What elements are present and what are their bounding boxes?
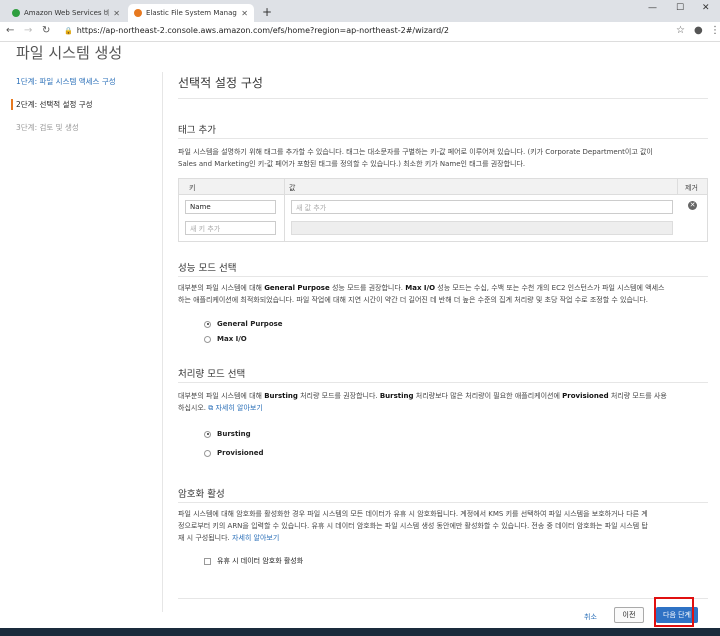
step-3: 3단계: 검토 및 생성 (16, 123, 79, 132)
radio-icon[interactable] (204, 449, 211, 457)
encryption-desc-line1: 파일 시스템에 대해 암호화를 활성화한 경우 파일 시스템의 모든 데이터가 … (178, 510, 648, 518)
remove-tag-icon[interactable]: ✕ (688, 201, 697, 210)
text: 처리량 모드를 사용 (608, 392, 667, 400)
encryption-checkbox[interactable] (204, 557, 211, 565)
text: 처리량 모드를 권장합니다. (297, 392, 380, 400)
step-2-current: 2단계: 선택적 설정 구성 (11, 99, 116, 110)
close-tab-icon[interactable]: ✕ (113, 9, 120, 18)
divider (178, 276, 708, 277)
text-bold: Provisioned (562, 392, 609, 400)
encryption-checkbox-row[interactable]: 유휴 시 데이터 암호화 활성화 (204, 556, 303, 566)
url-field[interactable]: 🔒 https://ap-northeast-2.console.aws.amaz… (64, 26, 449, 35)
text: 처리량보다 많은 처리량이 필요한 애플리케이션에 (413, 392, 563, 400)
performance-description: 대부분의 파일 시스템에 대해 General Purpose 성능 모드를 권… (178, 282, 708, 306)
radio-max-io[interactable]: Max I/O (204, 335, 247, 343)
reload-icon[interactable]: ↻ (42, 25, 50, 36)
divider (178, 138, 708, 139)
tab-title: Elastic File System Managem (146, 9, 237, 17)
text: 대부분의 파일 시스템에 대해 (178, 392, 265, 400)
radio-icon[interactable] (204, 335, 211, 343)
tag-value-input[interactable]: 새 값 추가 (291, 200, 673, 214)
text-bold: Bursting (264, 392, 298, 400)
column-divider (284, 179, 285, 241)
text: 대부분의 파일 시스템에 대해 (178, 284, 265, 292)
encryption-desc-line2: 정으로부터 키의 ARN을 입력할 수 있습니다. 유휴 시 데이터 암호화는 … (178, 522, 648, 530)
minimize-icon[interactable]: — (648, 3, 657, 13)
tags-description: 파일 시스템을 설명하기 위해 태그를 추가할 수 있습니다. 태그는 대소문자… (178, 146, 708, 170)
new-tag-value-input-disabled (291, 221, 673, 235)
checkbox-label: 유휴 시 데이터 암호화 활성화 (217, 557, 304, 565)
sidebar-divider (162, 72, 163, 612)
divider (178, 382, 708, 383)
text-bold: General Purpose (264, 284, 330, 292)
forward-icon[interactable]: → (24, 25, 32, 36)
new-tag-key-input[interactable]: 새 키 추가 (185, 221, 276, 235)
radio-label: Max I/O (217, 335, 247, 343)
bookmark-star-icon[interactable]: ☆ (676, 25, 685, 36)
divider (178, 502, 708, 503)
performance-desc-line2: 하는 애플리케이션에 최적화되었습니다. 파일 작업에 대해 지연 시간이 약간… (178, 296, 649, 304)
tag-table: 키 값 제거 Name 새 값 추가 ✕ 새 키 추가 (178, 178, 708, 242)
tag-key-input[interactable]: Name (185, 200, 276, 214)
radio-bursting[interactable]: Bursting (204, 430, 251, 438)
maximize-icon[interactable]: ☐ (676, 3, 684, 13)
col-key: 키 (189, 184, 196, 192)
radio-label: Bursting (217, 430, 251, 438)
throughput-heading: 처리량 모드 선택 (178, 369, 246, 380)
text-bold: Bursting (379, 392, 414, 400)
wizard-steps: 1단계: 파일 시스템 액세스 구성 2단계: 선택적 설정 구성 3단계: 검… (11, 76, 116, 145)
tags-desc-line1: 파일 시스템을 설명하기 위해 태그를 추가할 수 있습니다. 태그는 대소문자… (178, 148, 653, 156)
col-value: 값 (289, 184, 296, 192)
efs-favicon-icon (134, 9, 142, 17)
close-window-icon[interactable]: ✕ (702, 3, 710, 13)
encryption-description: 파일 시스템에 대해 암호화를 활성화한 경우 파일 시스템의 모든 데이터가 … (178, 508, 708, 544)
previous-button[interactable]: 이전 (614, 607, 644, 623)
browser-tab-bar: Amazon Web Services 비밀번호 ✕ Elastic File … (0, 0, 720, 22)
browser-tab-efs[interactable]: Elastic File System Managem ✕ (128, 4, 254, 22)
text: 성능 모드는 수십, 수백 또는 수천 개의 EC2 인스턴스가 파일 시스템에… (435, 284, 665, 292)
back-icon[interactable]: ← (6, 25, 14, 36)
footer-divider (178, 598, 708, 599)
address-bar: ← → ↻ 🔒 https://ap-northeast-2.console.aw… (0, 22, 720, 42)
radio-general-purpose[interactable]: General Purpose (204, 320, 283, 328)
tag-table-header: 키 값 제거 (179, 179, 707, 195)
radio-label: Provisioned (217, 449, 264, 457)
radio-provisioned[interactable]: Provisioned (204, 449, 263, 457)
tab-title: Amazon Web Services 비밀번호 (24, 9, 110, 17)
step-1-link[interactable]: 1단계: 파일 시스템 액세스 구성 (16, 76, 116, 87)
tags-desc-line2: Sales and Marketing인 키-값 페어가 포함된 태그를 정의할… (178, 160, 526, 168)
learn-more-link[interactable]: 자세히 알아보기 (215, 404, 262, 412)
text: 하십시오. (178, 404, 206, 412)
radio-label: General Purpose (217, 320, 283, 328)
throughput-description: 대부분의 파일 시스템에 대해 Bursting 처리량 모드를 권장합니다. … (178, 390, 708, 414)
cancel-link[interactable]: 취소 (584, 612, 597, 622)
close-tab-icon[interactable]: ✕ (241, 9, 248, 18)
url-text: https://ap-northeast-2.console.aws.amazo… (76, 26, 449, 35)
radio-selected-icon[interactable] (204, 430, 211, 438)
menu-icon[interactable]: ⋮ (710, 25, 720, 36)
lock-icon: 🔒 (64, 27, 73, 35)
encryption-heading: 암호화 활성 (178, 489, 225, 500)
learn-more-link[interactable]: 자세히 알아보기 (232, 534, 279, 542)
performance-heading: 성능 모드 선택 (178, 263, 237, 274)
text: 재 시 구성됩니다. (178, 534, 230, 542)
tags-heading: 태그 추가 (178, 125, 216, 136)
learn-more-icon[interactable]: ⧉ (208, 404, 213, 412)
page-title: 파일 시스템 생성 (16, 44, 123, 62)
text: 성능 모드를 권장합니다. (329, 284, 406, 292)
col-remove: 제거 (685, 184, 698, 192)
highlight-box (654, 597, 694, 627)
browser-tab-aws-password[interactable]: Amazon Web Services 비밀번호 ✕ (6, 4, 126, 22)
section-title: 선택적 설정 구성 (178, 76, 263, 90)
divider (178, 98, 708, 99)
aws-favicon-icon (12, 9, 20, 17)
new-tab-icon[interactable]: + (262, 5, 272, 19)
text-bold: Max I/O (405, 284, 436, 292)
radio-selected-icon[interactable] (204, 320, 211, 328)
column-divider (677, 179, 678, 195)
profile-icon[interactable]: ● (694, 25, 703, 36)
os-taskbar (0, 628, 720, 636)
